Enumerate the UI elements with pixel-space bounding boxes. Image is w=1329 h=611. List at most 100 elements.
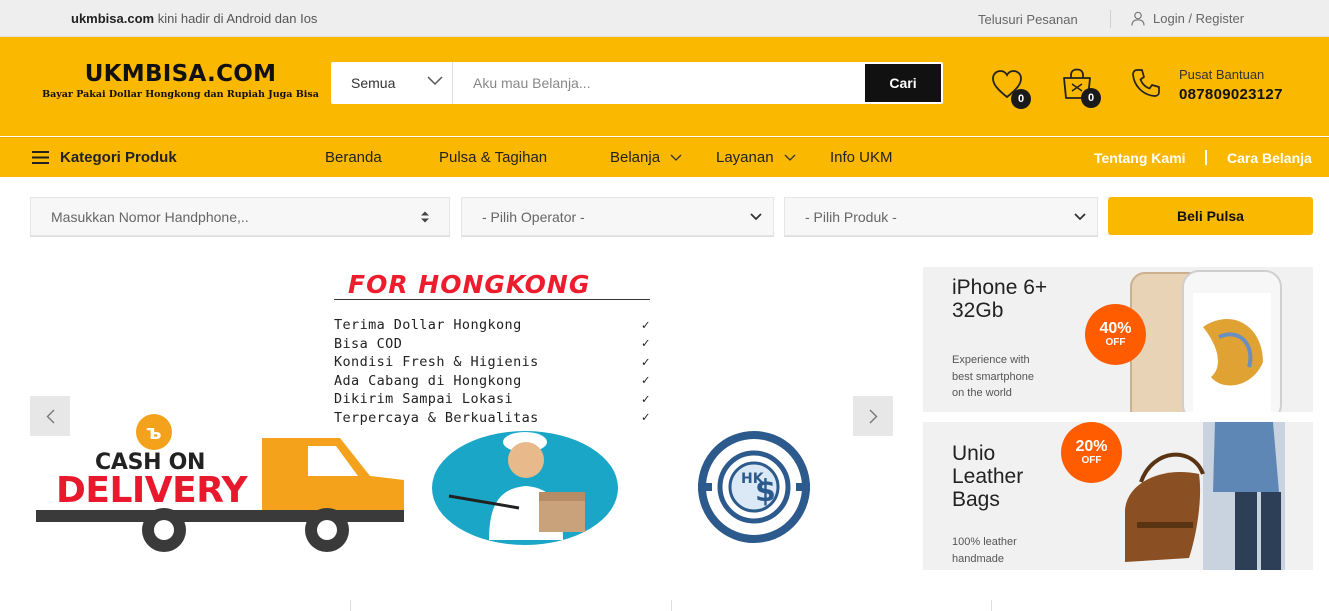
promo-desc-line: handmade [952, 552, 1004, 565]
product-box: - Pilih Produk - [784, 197, 1098, 236]
chevron-down-icon [1074, 213, 1086, 221]
nav-item-label: Beranda [325, 149, 382, 166]
main-nav: Kategori Produk Beranda Pulsa & Tagihan … [0, 137, 1329, 177]
nav-item-pulsa-tagihan[interactable]: Pulsa & Tagihan [439, 149, 547, 166]
operator-value: - Pilih Operator - [482, 208, 585, 225]
site-logo[interactable]: UKMBISA.COM Bayar Pakai Dollar Hongkong … [38, 61, 323, 100]
promo-desc-line: 100% leather [952, 536, 1017, 548]
nav-item-belanja[interactable]: Belanja [610, 149, 682, 166]
promo-rest: kini hadir di Android dan Ios [157, 11, 318, 26]
help-text: Pusat Bantuan 087809023127 [1179, 67, 1283, 103]
hero-title: FOR HONGKONG [348, 270, 591, 299]
category-menu-button[interactable]: Kategori Produk [32, 149, 177, 166]
discount-percent: 20% [1075, 437, 1108, 455]
phone-icon [1132, 69, 1160, 97]
about-link[interactable]: Tentang Kami [1094, 150, 1186, 166]
phone-number-input[interactable]: Masukkan Nomor Handphone,.. [30, 197, 450, 237]
cart-count-badge: 0 [1081, 88, 1101, 108]
promo-description: Experience with best smartphone on the w… [952, 352, 1034, 402]
hero-feature-list: Terima Dollar Hongkong ✓ Bisa COD ✓ Kondis… [334, 316, 650, 427]
nav-item-label: Belanja [610, 149, 661, 166]
promo-title-line: Leather [952, 465, 1024, 488]
chevron-down-icon [670, 154, 682, 161]
divider [350, 600, 351, 611]
chevron-down-icon [427, 76, 443, 86]
product-value: - Pilih Produk - [805, 208, 897, 225]
feature-text: Kondisi Fresh & Higienis [334, 354, 539, 371]
promo-title-line: Bags [952, 488, 1000, 511]
promo-card-iphone[interactable]: iPhone 6+ 32Gb Experience with best smar… [923, 267, 1313, 412]
bottom-section-dividers [0, 600, 1329, 611]
feature-text: Ada Cabang di Hongkong [334, 372, 522, 389]
cart-button[interactable]: 0 [1061, 68, 1101, 108]
top-bar: ukmbisa.com kini hadir di Android dan Io… [0, 0, 1329, 37]
check-icon: ✓ [641, 410, 650, 426]
promo-desc-line: best smartphone [952, 370, 1034, 383]
operator-box: - Pilih Operator - [461, 197, 774, 236]
operator-select[interactable]: - Pilih Operator - [461, 197, 774, 237]
nav-item-label: Layanan [716, 149, 774, 166]
hamburger-icon [32, 151, 49, 164]
promo-desc-line: Experience with [952, 354, 1030, 366]
promo-card-bags[interactable]: Unio Leather Bags 100% leather handmade … [923, 422, 1313, 570]
discount-off-label: OFF [1081, 454, 1102, 466]
check-icon: ✓ [641, 354, 650, 370]
search-input[interactable] [453, 62, 863, 104]
search-button[interactable]: Cari [865, 64, 941, 102]
search-category-value: Semua [351, 75, 396, 91]
wishlist-button[interactable]: 0 [991, 69, 1031, 109]
nav-item-label: Pulsa & Tagihan [439, 149, 548, 166]
feature-item: Ada Cabang di Hongkong ✓ [334, 372, 650, 391]
chevron-down-icon [750, 213, 762, 221]
logo-brand: UKMBISA.COM [84, 61, 277, 87]
help-label: Pusat Bantuan [1179, 67, 1265, 82]
nav-item-beranda[interactable]: Beranda [325, 149, 382, 166]
nav-divider [1205, 150, 1207, 165]
svg-text:$: $ [755, 474, 776, 509]
search-category-select[interactable]: Semua [331, 62, 453, 104]
check-icon: ✓ [641, 317, 650, 333]
slider-next-button[interactable] [853, 396, 893, 436]
topbar-divider [1110, 10, 1111, 28]
leather-bag-image [1125, 422, 1285, 570]
hkd-coin-icon: HK $ [698, 431, 810, 543]
track-order-link[interactable]: Telusuri Pesanan [978, 12, 1078, 27]
divider [991, 600, 992, 611]
feature-text: Dikirim Sampai Lokasi [334, 391, 514, 408]
search-bar: Semua Cari [331, 62, 943, 104]
phone-number-box: Masukkan Nomor Handphone,.. [30, 197, 450, 236]
product-select[interactable]: - Pilih Produk - [784, 197, 1098, 237]
app-promo-text: ukmbisa.com kini hadir di Android dan Io… [71, 11, 317, 26]
login-label: Login / Register [1153, 11, 1245, 26]
feature-item: Terima Dollar Hongkong ✓ [334, 316, 650, 335]
nav-item-layanan[interactable]: Layanan [716, 149, 796, 166]
promo-title: iPhone 6+ 32Gb [952, 276, 1047, 322]
check-icon: ✓ [641, 336, 650, 352]
spinner-arrows-icon[interactable] [420, 210, 430, 224]
feature-text: Bisa COD [334, 335, 403, 352]
svg-text:ъ: ъ [146, 420, 161, 444]
wishlist-count-badge: 0 [1011, 89, 1031, 109]
discount-off-label: OFF [1105, 336, 1126, 348]
cod-line2: DELIVERY [56, 470, 248, 511]
chevron-left-icon [46, 409, 54, 423]
promo-title-line: 32Gb [952, 299, 1004, 322]
logo-tagline: Bayar Pakai Dollar Hongkong dan Rupiah J… [42, 89, 319, 100]
nav-item-label: Info UKM [830, 149, 893, 166]
promo-title-line: iPhone 6+ [952, 276, 1048, 299]
main-header: UKMBISA.COM Bayar Pakai Dollar Hongkong … [0, 37, 1329, 136]
discount-badge: 40% OFF [1085, 304, 1146, 365]
iphone-image [1130, 270, 1282, 412]
promo-title-line: Unio [952, 442, 996, 465]
nav-item-info-ukm[interactable]: Info UKM [830, 149, 893, 166]
feature-item: Dikirim Sampai Lokasi ✓ [334, 390, 650, 409]
check-icon: ✓ [641, 373, 650, 389]
help-phone: 087809023127 [1179, 86, 1283, 103]
login-register-link[interactable]: Login / Register [1131, 11, 1244, 26]
how-to-buy-link[interactable]: Cara Belanja [1227, 150, 1312, 166]
slider-prev-button[interactable] [30, 396, 70, 436]
delivery-person-icon [432, 431, 618, 545]
category-menu-label: Kategori Produk [60, 149, 177, 166]
discount-percent: 40% [1099, 319, 1132, 337]
buy-pulsa-button[interactable]: Beli Pulsa [1108, 197, 1313, 235]
